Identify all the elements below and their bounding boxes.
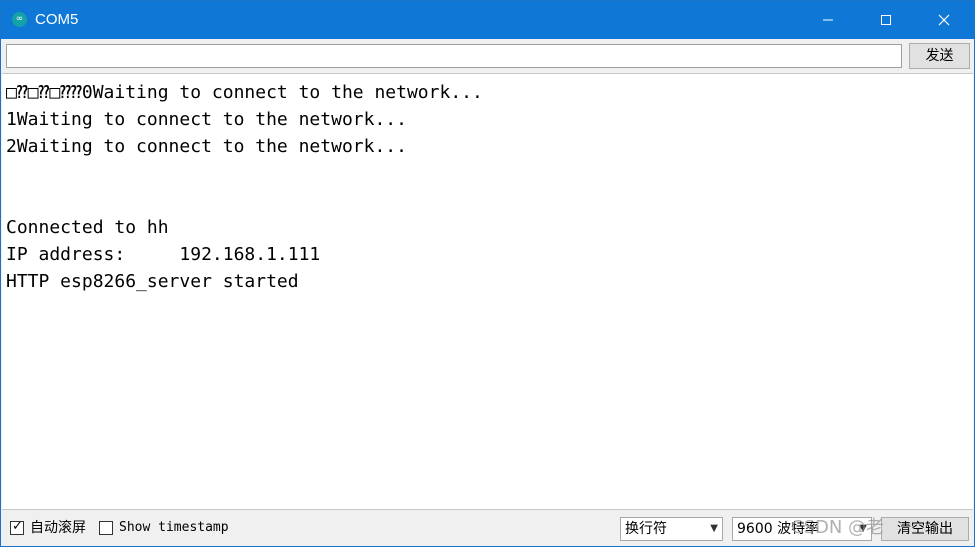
output-line: HTTP esp8266_server started bbox=[6, 271, 299, 292]
output-line: Connected to hh bbox=[6, 217, 169, 238]
send-input[interactable] bbox=[6, 44, 902, 68]
maximize-icon bbox=[881, 15, 891, 25]
autoscroll-checkbox[interactable]: ✓ bbox=[10, 519, 24, 535]
close-icon bbox=[938, 14, 950, 26]
serial-monitor-window: ∞ COM5 发送 □⁇□⁇□⁇⁇0Waiting to connect to … bbox=[0, 0, 975, 547]
line-ending-value: 换行符 bbox=[625, 521, 667, 537]
minimize-icon bbox=[823, 19, 833, 21]
line-ending-select[interactable]: 换行符 ▼ bbox=[620, 517, 723, 541]
serial-output[interactable]: □⁇□⁇□⁇⁇0Waiting to connect to the networ… bbox=[2, 73, 973, 510]
timestamp-checkbox[interactable] bbox=[99, 521, 113, 535]
window-title: COM5 bbox=[35, 11, 79, 28]
output-line: 2Waiting to connect to the network... bbox=[6, 136, 407, 157]
close-button[interactable] bbox=[915, 1, 973, 39]
baud-rate-value: 9600 波特率 bbox=[737, 521, 820, 537]
output-line: 1Waiting to connect to the network... bbox=[6, 109, 407, 130]
minimize-button[interactable] bbox=[799, 1, 857, 39]
maximize-button[interactable] bbox=[857, 1, 915, 39]
output-line: □⁇□⁇□⁇⁇0Waiting to connect to the networ… bbox=[6, 82, 483, 103]
timestamp-label[interactable]: Show timestamp bbox=[119, 518, 229, 538]
output-line: IP address: 192.168.1.111 bbox=[6, 244, 321, 265]
autoscroll-label[interactable]: 自动滚屏 bbox=[30, 518, 86, 538]
send-button[interactable]: 发送 bbox=[909, 43, 970, 69]
chevron-down-icon: ▼ bbox=[710, 523, 718, 534]
arduino-icon: ∞ bbox=[12, 12, 27, 27]
baud-rate-select[interactable]: 9600 波特率 ▼ bbox=[732, 517, 872, 541]
title-bar[interactable]: ∞ COM5 bbox=[1, 1, 974, 39]
clear-output-button[interactable]: 清空输出 bbox=[881, 517, 969, 541]
chevron-down-icon: ▼ bbox=[859, 523, 867, 534]
checkmark-icon: ✓ bbox=[12, 519, 23, 534]
